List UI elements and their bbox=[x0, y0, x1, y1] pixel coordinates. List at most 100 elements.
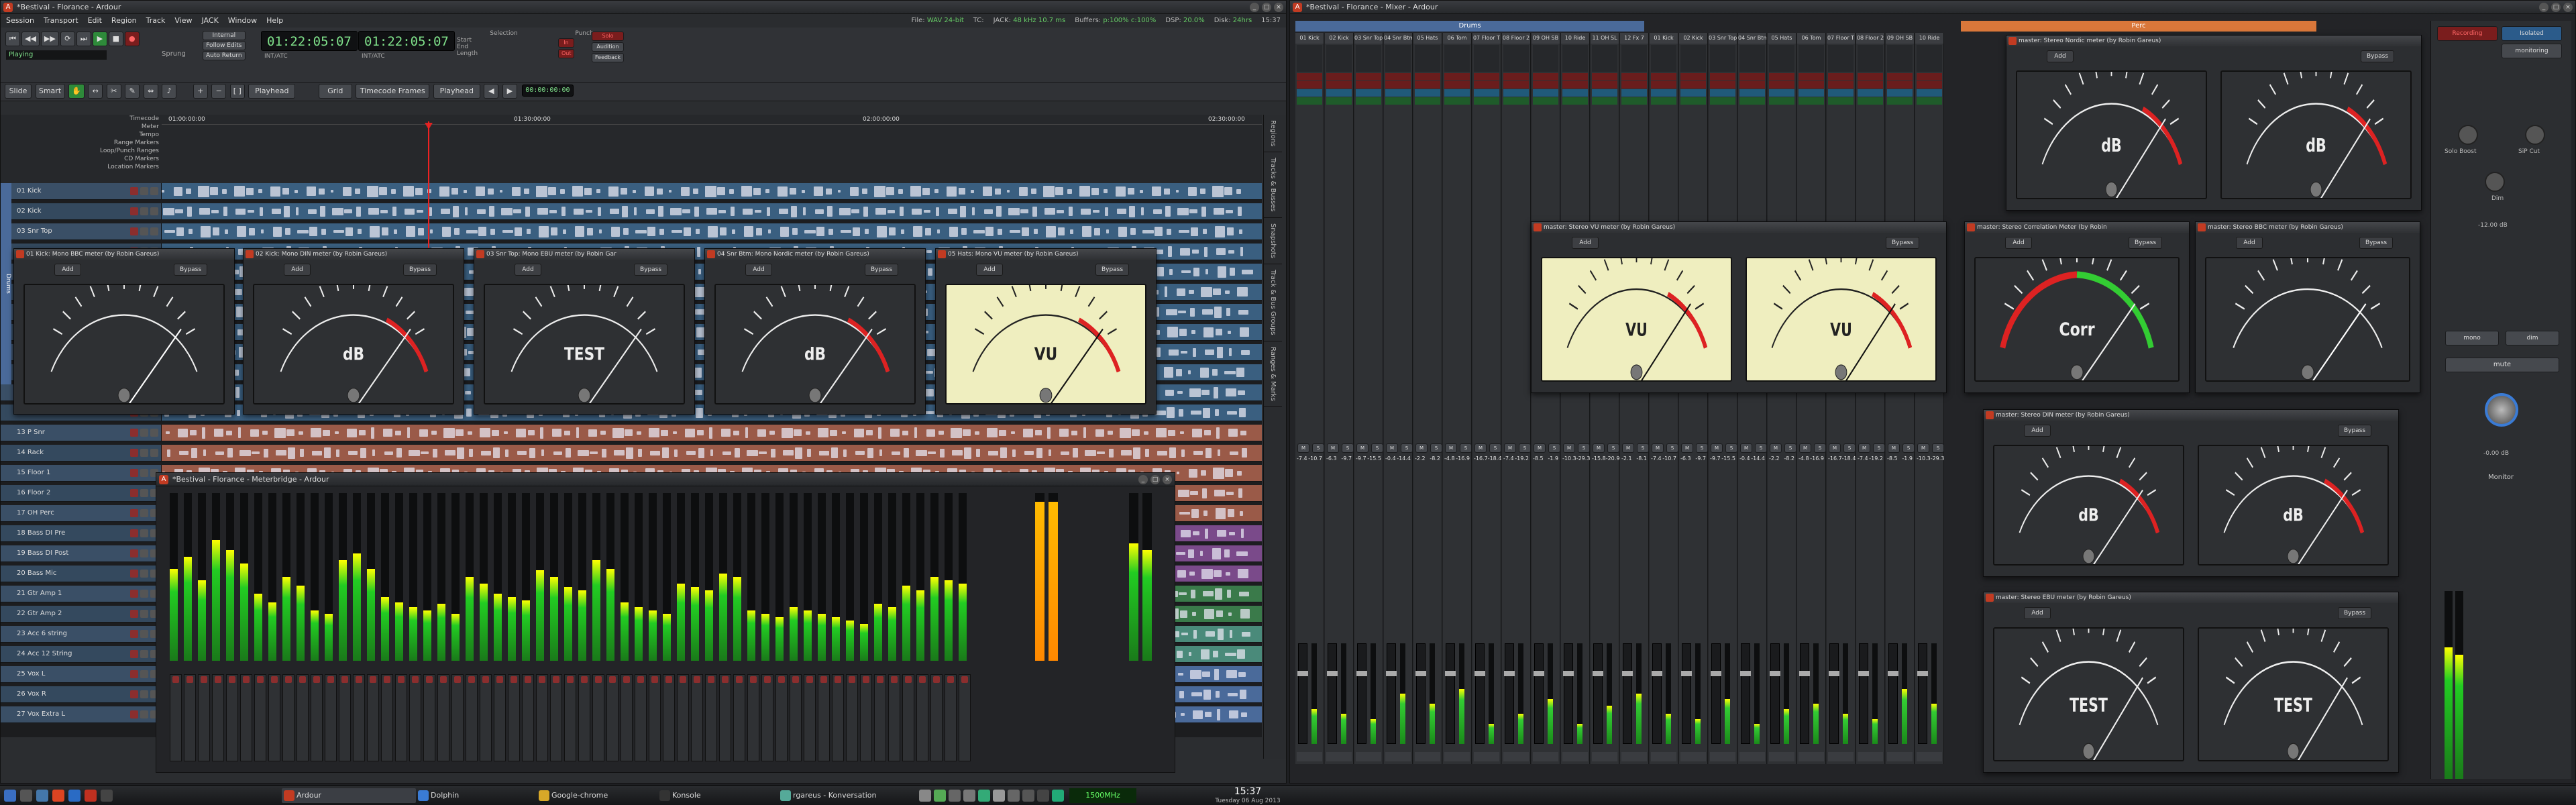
transport-record-button[interactable]: ● bbox=[124, 32, 140, 46]
mute-button[interactable]: M bbox=[1858, 443, 1870, 453]
feedback-button[interactable]: Feedback bbox=[592, 53, 624, 62]
meterbridge-strip[interactable] bbox=[395, 674, 407, 761]
track-name[interactable]: 20 Bass Mic bbox=[17, 570, 56, 577]
record-arm-icon[interactable] bbox=[130, 429, 138, 437]
record-arm-icon[interactable] bbox=[130, 207, 138, 215]
meterbridge-rec-icon[interactable] bbox=[356, 676, 362, 683]
notifications-icon[interactable] bbox=[1037, 790, 1049, 802]
playhead-line[interactable] bbox=[428, 121, 429, 256]
output-button[interactable] bbox=[1799, 752, 1824, 761]
primary-clock[interactable]: 01:22:05:07 bbox=[261, 31, 358, 51]
peak-readout[interactable]: -8.1 bbox=[1636, 455, 1647, 462]
fader-slot[interactable] bbox=[1887, 89, 1913, 97]
mute-icon[interactable] bbox=[140, 650, 148, 658]
plugin-slot[interactable] bbox=[1621, 97, 1647, 105]
meterbridge-strip[interactable] bbox=[818, 674, 830, 761]
transport-rewind-button[interactable]: ◀◀ bbox=[21, 32, 40, 46]
solo-button[interactable]: S bbox=[1784, 443, 1796, 453]
gain-readout[interactable]: -6.3 bbox=[1680, 455, 1691, 462]
plugin-slot[interactable] bbox=[1710, 73, 1735, 80]
meterbridge-rec-icon[interactable] bbox=[595, 676, 602, 683]
auto-return-button[interactable]: Auto Return bbox=[203, 51, 246, 60]
record-arm-icon[interactable] bbox=[130, 570, 138, 578]
meterbridge-rec-icon[interactable] bbox=[201, 676, 207, 683]
gain-readout[interactable]: -9.7 bbox=[1356, 455, 1366, 462]
meterbridge-rec-icon[interactable] bbox=[849, 676, 855, 683]
mute-button[interactable]: M bbox=[1504, 443, 1516, 453]
peak-readout[interactable]: -16.9 bbox=[1810, 455, 1824, 462]
battery-icon[interactable] bbox=[1022, 790, 1034, 802]
peak-readout[interactable]: -18.4 bbox=[1842, 455, 1856, 462]
meterbridge-strip[interactable] bbox=[790, 674, 802, 761]
close-icon[interactable]: × bbox=[1274, 3, 1283, 12]
mixer-group-tab-perc[interactable]: Perc bbox=[1961, 21, 2316, 32]
close-icon[interactable]: × bbox=[2563, 3, 2573, 12]
secondary-clock[interactable]: 01:22:05:07 bbox=[358, 31, 455, 51]
plugin-slot[interactable] bbox=[1444, 97, 1470, 105]
mute-icon[interactable] bbox=[140, 690, 148, 698]
meterbridge-rec-icon[interactable] bbox=[285, 676, 292, 683]
output-button[interactable] bbox=[1769, 752, 1794, 761]
meterbridge-strip[interactable] bbox=[846, 674, 858, 761]
maximize-icon[interactable]: □ bbox=[2551, 3, 2561, 12]
meterbridge-strip[interactable] bbox=[282, 674, 294, 761]
plugin-titlebar[interactable]: master: Stereo DIN meter (by Robin Gareu… bbox=[1984, 410, 2398, 421]
solo-button[interactable]: S bbox=[1932, 443, 1944, 453]
meterbridge-rec-icon[interactable] bbox=[750, 676, 757, 683]
mute-button[interactable]: M bbox=[1474, 443, 1487, 453]
meterbridge-strip[interactable] bbox=[747, 674, 759, 761]
meterbridge-strip[interactable] bbox=[761, 674, 773, 761]
record-arm-icon[interactable] bbox=[130, 710, 138, 718]
gain-fader[interactable] bbox=[1356, 643, 1367, 744]
solo-button[interactable]: S bbox=[1902, 443, 1915, 453]
output-button[interactable] bbox=[1592, 752, 1617, 761]
grab-tool-icon[interactable]: ✋ bbox=[68, 84, 85, 99]
track-name[interactable]: 01 Kick bbox=[17, 187, 42, 195]
record-arm-icon[interactable] bbox=[130, 227, 138, 235]
solo-button[interactable]: S bbox=[1460, 443, 1472, 453]
gain-readout[interactable]: -4.8 bbox=[1444, 455, 1455, 462]
track-lane[interactable] bbox=[162, 445, 1262, 461]
gain-fader[interactable] bbox=[1770, 643, 1780, 744]
track-name[interactable]: 18 Bass DI Pre bbox=[17, 529, 65, 537]
bypass-button[interactable]: Bypass bbox=[2129, 237, 2162, 249]
terminal-icon[interactable] bbox=[101, 790, 113, 802]
add-preset-button[interactable]: Add bbox=[515, 264, 541, 276]
meterbridge-strip[interactable] bbox=[494, 674, 506, 761]
bypass-button[interactable]: Bypass bbox=[2359, 237, 2393, 249]
meterbridge-rec-icon[interactable] bbox=[694, 676, 700, 683]
record-arm-icon[interactable] bbox=[130, 549, 138, 557]
gain-fader[interactable] bbox=[1917, 643, 1928, 744]
minimize-icon[interactable]: _ bbox=[1138, 475, 1148, 484]
meterbridge-strip[interactable] bbox=[606, 674, 619, 761]
meterbridge-strip[interactable] bbox=[804, 674, 816, 761]
meterbridge-strip[interactable] bbox=[480, 674, 492, 761]
track-name[interactable]: 23 Acc 6 string bbox=[17, 630, 67, 637]
nudge-clock[interactable]: 00:00:00:00 bbox=[522, 85, 574, 97]
track-name[interactable]: 19 Bass DI Post bbox=[17, 549, 68, 557]
meterbridge-rec-icon[interactable] bbox=[919, 676, 926, 683]
add-preset-button[interactable]: Add bbox=[54, 264, 81, 276]
meterbridge-strip[interactable] bbox=[339, 674, 351, 761]
mute-button[interactable]: mute bbox=[2445, 358, 2559, 372]
nudge-forward-icon[interactable]: ▶ bbox=[502, 84, 517, 99]
gain-fader[interactable] bbox=[1474, 643, 1485, 744]
mute-button[interactable]: M bbox=[1415, 443, 1428, 453]
peak-readout[interactable]: -18.4 bbox=[1488, 455, 1502, 462]
solo-button[interactable]: S bbox=[1519, 443, 1531, 453]
plugin-slot[interactable] bbox=[1621, 81, 1647, 89]
fader-slot[interactable] bbox=[1651, 89, 1676, 97]
solo-button[interactable]: S bbox=[1489, 443, 1501, 453]
plugin-slot[interactable] bbox=[1326, 81, 1352, 89]
peak-readout[interactable]: -14.4 bbox=[1751, 455, 1765, 462]
track-name[interactable]: 15 Floor 1 bbox=[17, 469, 50, 476]
kde-menu-icon[interactable] bbox=[4, 790, 16, 802]
plugin-slot[interactable] bbox=[1828, 97, 1854, 105]
meterbridge-rec-icon[interactable] bbox=[539, 676, 545, 683]
bypass-button[interactable]: Bypass bbox=[174, 264, 207, 276]
peak-readout[interactable]: -1.9 bbox=[1548, 455, 1558, 462]
meterbridge-strip[interactable] bbox=[888, 674, 900, 761]
meterbridge-titlebar[interactable]: A *Bestival - Florance - Meterbridge - A… bbox=[156, 473, 1175, 486]
track-name[interactable]: 16 Floor 2 bbox=[17, 489, 50, 496]
mute-icon[interactable] bbox=[140, 187, 148, 195]
